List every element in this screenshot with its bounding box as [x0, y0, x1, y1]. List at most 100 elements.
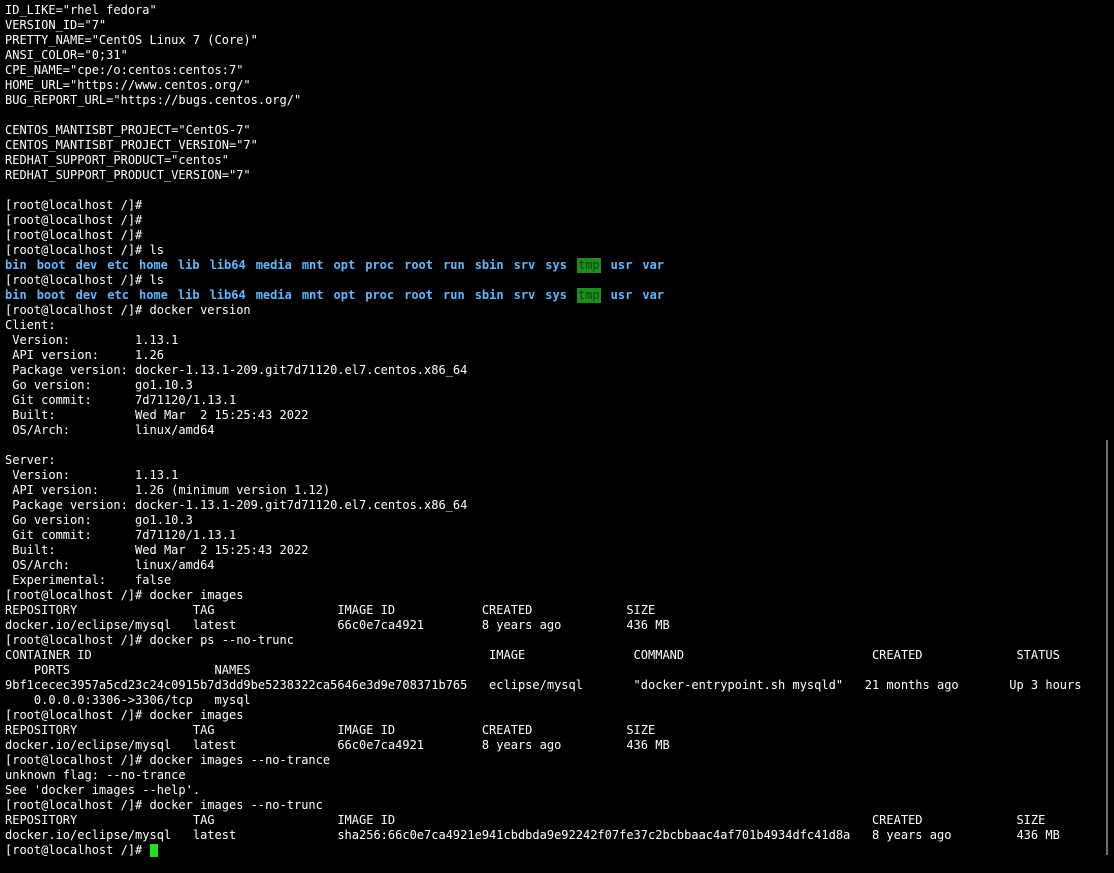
- directory-entry: srv: [513, 258, 536, 272]
- directory-entry: lib64: [209, 288, 246, 302]
- terminal-line: Package version: docker-1.13.1-209.git7d…: [5, 363, 468, 377]
- directory-entry: dev: [75, 288, 98, 302]
- directory-entry: home: [138, 258, 168, 272]
- terminal-line: [root@localhost /]# docker images --no-t…: [5, 753, 331, 767]
- directory-entry: mnt: [301, 288, 324, 302]
- terminal-line: [root@localhost /]#: [5, 198, 143, 212]
- directory-entry: opt: [333, 258, 356, 272]
- terminal-line: [root@localhost /]# ls: [5, 243, 164, 257]
- directory-entry: sys: [545, 258, 567, 272]
- directory-entry: bin: [5, 288, 27, 302]
- directory-entry: proc: [365, 288, 395, 302]
- directory-entry: var: [642, 288, 665, 302]
- terminal-output: ID_LIKE="rhel fedora" VERSION_ID="7" PRETT…: [5, 3, 1100, 858]
- terminal-line: See 'docker images --help'.: [5, 783, 201, 797]
- directory-entry: sbin: [474, 258, 504, 272]
- terminal-line: [root@localhost /]#: [5, 213, 143, 227]
- terminal-line: 9bf1cecec3957a5cd23c24c0915b7d3dd9be5238…: [5, 678, 1082, 692]
- terminal-line: Git commit: 7d71120/1.13.1: [5, 528, 237, 542]
- directory-entry: srv: [513, 288, 536, 302]
- directory-entry: tmp: [576, 258, 601, 273]
- directory-entry: run: [443, 258, 465, 272]
- terminal-window[interactable]: ID_LIKE="rhel fedora" VERSION_ID="7" PRETT…: [0, 0, 1114, 873]
- terminal-line: [root@localhost /]# docker images: [5, 588, 244, 602]
- terminal-line: ANSI_COLOR="0;31": [5, 48, 128, 62]
- directory-entry: tmp: [576, 288, 601, 303]
- terminal-line: CPE_NAME="cpe:/o:centos:centos:7": [5, 63, 244, 77]
- terminal-line: REPOSITORY TAG IMAGE ID CREATED SIZE: [5, 813, 1046, 827]
- terminal-line: [root@localhost /]# docker version: [5, 303, 251, 317]
- terminal-line: API version: 1.26: [5, 348, 164, 362]
- terminal-line: OS/Arch: linux/amd64: [5, 558, 215, 572]
- terminal-line: HOME_URL="https://www.centos.org/": [5, 78, 251, 92]
- scrollbar[interactable]: [1106, 440, 1108, 855]
- directory-entry: lib: [177, 258, 200, 272]
- directory-entry: dev: [75, 258, 98, 272]
- terminal-line: Built: Wed Mar 2 15:25:43 2022: [5, 543, 309, 557]
- directory-entry: root: [404, 258, 433, 272]
- ls-output-line: bin boot dev etc home lib lib64 media mnt opt proc…: [5, 288, 1100, 303]
- directory-entry: boot: [36, 288, 66, 302]
- command-prompt[interactable]: [root@localhost /]#: [5, 843, 1100, 858]
- terminal-line: Git commit: 7d71120/1.13.1: [5, 393, 237, 407]
- directory-entry: mnt: [301, 258, 324, 272]
- terminal-line: OS/Arch: linux/amd64: [5, 423, 215, 437]
- terminal-line: Built: Wed Mar 2 15:25:43 2022: [5, 408, 309, 422]
- directory-entry: root: [404, 288, 433, 302]
- terminal-line: CENTOS_MANTISBT_PROJECT_VERSION="7": [5, 138, 258, 152]
- directory-entry: etc: [107, 258, 129, 272]
- directory-entry: lib: [177, 288, 200, 302]
- terminal-line: REPOSITORY TAG IMAGE ID CREATED SIZE: [5, 603, 656, 617]
- directory-entry: boot: [36, 258, 66, 272]
- terminal-line: REPOSITORY TAG IMAGE ID CREATED SIZE: [5, 723, 656, 737]
- terminal-line: docker.io/eclipse/mysql latest 66c0e7ca4…: [5, 738, 670, 752]
- terminal-line: unknown flag: --no-trance: [5, 768, 186, 782]
- directory-entry: sys: [545, 288, 567, 302]
- terminal-line: [root@localhost /]# docker ps --no-trunc: [5, 633, 294, 647]
- directory-entry: var: [642, 258, 665, 272]
- directory-entry: etc: [107, 288, 129, 302]
- terminal-line: [root@localhost /]# ls: [5, 273, 164, 287]
- terminal-line: Version: 1.13.1: [5, 333, 179, 347]
- terminal-line: [root@localhost /]# docker images: [5, 708, 244, 722]
- terminal-line: 0.0.0.0:3306->3306/tcp mysql: [5, 693, 251, 707]
- directory-entry: usr: [610, 288, 633, 302]
- directory-entry: proc: [365, 258, 395, 272]
- terminal-line: [root@localhost /]# docker images --no-t…: [5, 798, 323, 812]
- directory-entry: media: [255, 258, 292, 272]
- prompt-text: [root@localhost /]#: [5, 843, 150, 857]
- ls-output-line: bin boot dev etc home lib lib64 media mnt opt proc…: [5, 258, 1100, 273]
- directory-entry: opt: [333, 288, 356, 302]
- terminal-line: ID_LIKE="rhel fedora": [5, 3, 157, 17]
- terminal-line: API version: 1.26 (minimum version 1.12): [5, 483, 331, 497]
- directory-entry: bin: [5, 258, 27, 272]
- terminal-line: Experimental: false: [5, 573, 172, 587]
- terminal-line: docker.io/eclipse/mysql latest sha256:66…: [5, 828, 1060, 842]
- terminal-line: REDHAT_SUPPORT_PRODUCT="centos": [5, 153, 229, 167]
- terminal-line: [root@localhost /]#: [5, 228, 143, 242]
- terminal-line: CENTOS_MANTISBT_PROJECT="CentOS-7": [5, 123, 251, 137]
- terminal-line: PRETTY_NAME="CentOS Linux 7 (Core)": [5, 33, 258, 47]
- terminal-line: Server:: [5, 453, 56, 467]
- directory-entry: home: [138, 288, 168, 302]
- terminal-line: VERSION_ID="7": [5, 18, 107, 32]
- terminal-line: REDHAT_SUPPORT_PRODUCT_VERSION="7": [5, 168, 251, 182]
- directory-entry: run: [443, 288, 465, 302]
- text-cursor: [149, 844, 158, 857]
- terminal-line: Package version: docker-1.13.1-209.git7d…: [5, 498, 468, 512]
- terminal-line: PORTS NAMES: [5, 663, 251, 677]
- directory-entry: usr: [610, 258, 633, 272]
- directory-entry: lib64: [209, 258, 246, 272]
- terminal-line: docker.io/eclipse/mysql latest 66c0e7ca4…: [5, 618, 670, 632]
- terminal-line: CONTAINER ID IMAGE COMMAND CREATED STATU…: [5, 648, 1060, 662]
- terminal-line: BUG_REPORT_URL="https://bugs.centos.org/…: [5, 93, 302, 107]
- terminal-line: Go version: go1.10.3: [5, 378, 193, 392]
- directory-entry: sbin: [474, 288, 504, 302]
- terminal-line: Version: 1.13.1: [5, 468, 179, 482]
- directory-entry: media: [255, 288, 292, 302]
- terminal-line: Go version: go1.10.3: [5, 513, 193, 527]
- terminal-line: Client:: [5, 318, 56, 332]
